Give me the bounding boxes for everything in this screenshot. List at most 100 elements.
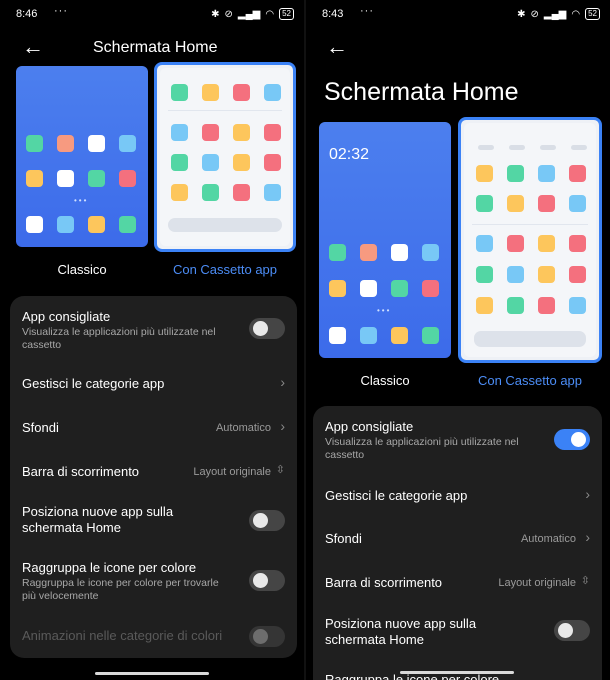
drawer-preview-screen xyxy=(160,68,290,246)
classic-preview[interactable]: 02:32 ••• xyxy=(319,122,451,358)
setting-wallpapers[interactable]: Sfondi Automatico › xyxy=(313,516,602,560)
app-icon xyxy=(233,84,250,101)
divider xyxy=(168,110,282,111)
app-icon xyxy=(119,135,136,152)
setting-subtitle: Visualizza le applicazioni più utilizzat… xyxy=(22,326,216,351)
app-icon xyxy=(422,280,439,297)
app-icon xyxy=(538,195,555,212)
setting-value: Automatico xyxy=(520,533,576,545)
setting-recommended-apps[interactable]: App consigliate Visualizza le applicazio… xyxy=(10,296,297,362)
status-more-dots: ··· xyxy=(360,5,374,17)
mute-icon: ⊘ xyxy=(224,8,233,20)
app-icon xyxy=(569,297,586,314)
setting-title: Sfondi xyxy=(325,531,362,546)
setting-title: Barra di scorrimento xyxy=(22,464,140,479)
page-title: Schermata Home xyxy=(324,78,519,106)
setting-subtitle: Raggruppa le icone per colore per trovar… xyxy=(22,577,219,602)
classic-preview[interactable]: ••• xyxy=(16,66,148,247)
status-time: 8:43 xyxy=(322,8,344,20)
setting-manage-categories[interactable]: Gestisci le categorie app › xyxy=(10,362,297,406)
app-icon xyxy=(264,154,281,171)
category-tab xyxy=(478,145,494,150)
app-icon xyxy=(476,297,493,314)
app-icon xyxy=(171,154,188,171)
app-icon xyxy=(329,327,346,344)
chevron-right-icon: › xyxy=(585,529,590,545)
drawer-label[interactable]: Con Cassetto app xyxy=(458,373,602,388)
app-icon xyxy=(57,216,74,233)
app-icon xyxy=(88,135,105,152)
recommended-apps-toggle[interactable] xyxy=(554,429,590,450)
classic-label[interactable]: Classico xyxy=(319,373,451,388)
back-arrow-icon[interactable]: ← xyxy=(326,34,348,60)
settings-card: App consigliate Visualizza le applicazio… xyxy=(10,296,297,658)
back-arrow-icon[interactable]: ← xyxy=(22,34,44,60)
app-icon xyxy=(476,235,493,252)
drawer-preview[interactable] xyxy=(458,117,602,363)
setting-title: Animazioni nelle categorie di colori xyxy=(22,628,223,643)
app-icon xyxy=(507,165,524,182)
app-icon xyxy=(538,165,555,182)
setting-title: Posiziona nuove app sulla schermata Home xyxy=(325,616,477,647)
app-icon xyxy=(360,280,377,297)
classic-label[interactable]: Classico xyxy=(16,262,148,277)
setting-group-color[interactable]: Raggruppa le icone per colore Raggruppa … xyxy=(10,548,297,614)
setting-group-color[interactable]: Raggruppa le icone per colore xyxy=(313,658,602,680)
divider xyxy=(472,224,588,225)
battery-icon: 52 xyxy=(279,8,294,20)
status-bar: 8:43 ··· ✱ ⊘ ▂▄▆ ◠ 52 xyxy=(320,5,600,22)
setting-scroll-bar[interactable]: Barra di scorrimento Layout originale ⇳ xyxy=(313,560,602,604)
home-indicator[interactable] xyxy=(400,671,514,674)
setting-title: Posiziona nuove app sulla schermata Home xyxy=(22,504,174,535)
setting-color-animations[interactable]: Animazioni nelle categorie di colori xyxy=(10,614,297,658)
bluetooth-icon: ✱ xyxy=(517,8,526,20)
chevron-right-icon: › xyxy=(585,486,590,502)
app-icon xyxy=(119,170,136,187)
recommended-apps-toggle[interactable] xyxy=(249,318,285,339)
status-icons: ✱ ⊘ ▂▄▆ ◠ 52 xyxy=(517,8,600,20)
setting-wallpapers[interactable]: Sfondi Automatico › xyxy=(10,406,297,450)
status-icons: ✱ ⊘ ▂▄▆ ◠ 52 xyxy=(211,8,294,20)
app-icon xyxy=(88,170,105,187)
new-apps-toggle[interactable] xyxy=(554,620,590,641)
app-icon xyxy=(202,124,219,141)
setting-recommended-apps[interactable]: App consigliate Visualizza le applicazio… xyxy=(313,406,602,472)
app-icon xyxy=(26,170,43,187)
app-icon xyxy=(538,266,555,283)
home-indicator[interactable] xyxy=(95,672,209,675)
setting-new-apps[interactable]: Posiziona nuove app sulla schermata Home xyxy=(10,494,297,548)
app-icon xyxy=(360,244,377,261)
toggle-knob xyxy=(571,432,586,447)
mute-icon: ⊘ xyxy=(530,8,539,20)
category-tab xyxy=(540,145,556,150)
setting-value: Layout originale xyxy=(498,577,576,589)
drawer-preview-screen xyxy=(464,123,596,357)
setting-manage-categories[interactable]: Gestisci le categorie app › xyxy=(313,472,602,516)
app-icon xyxy=(507,195,524,212)
drawer-preview[interactable] xyxy=(154,62,296,252)
app-icon xyxy=(233,154,250,171)
chevron-updown-icon: ⇳ xyxy=(275,464,285,476)
setting-new-apps[interactable]: Posiziona nuove app sulla schermata Home xyxy=(313,604,602,658)
app-icon xyxy=(422,244,439,261)
drawer-label[interactable]: Con Cassetto app xyxy=(154,262,296,277)
screen-right: 8:43 ··· ✱ ⊘ ▂▄▆ ◠ 52 ← Schermata Home 0… xyxy=(306,0,610,680)
setting-scroll-bar[interactable]: Barra di scorrimento Layout originale ⇳ xyxy=(10,450,297,494)
setting-title: App consigliate xyxy=(22,309,111,324)
app-icon xyxy=(391,327,408,344)
app-icon xyxy=(507,266,524,283)
toggle-knob xyxy=(253,321,268,336)
status-bar: 8:46 ··· ✱ ⊘ ▂▄▆ ◠ 52 xyxy=(14,5,294,22)
group-color-toggle[interactable] xyxy=(249,570,285,591)
search-bar-preview xyxy=(168,218,282,232)
clock-widget: 02:32 xyxy=(329,146,370,163)
setting-title: Barra di scorrimento xyxy=(325,575,443,590)
setting-subtitle: Visualizza le applicazioni più utilizzat… xyxy=(325,436,519,461)
app-icon xyxy=(507,235,524,252)
color-animations-toggle[interactable] xyxy=(249,626,285,647)
app-icon xyxy=(360,327,377,344)
new-apps-toggle[interactable] xyxy=(249,510,285,531)
setting-value: Automatico xyxy=(215,422,271,434)
app-icon xyxy=(391,280,408,297)
app-icon xyxy=(233,184,250,201)
